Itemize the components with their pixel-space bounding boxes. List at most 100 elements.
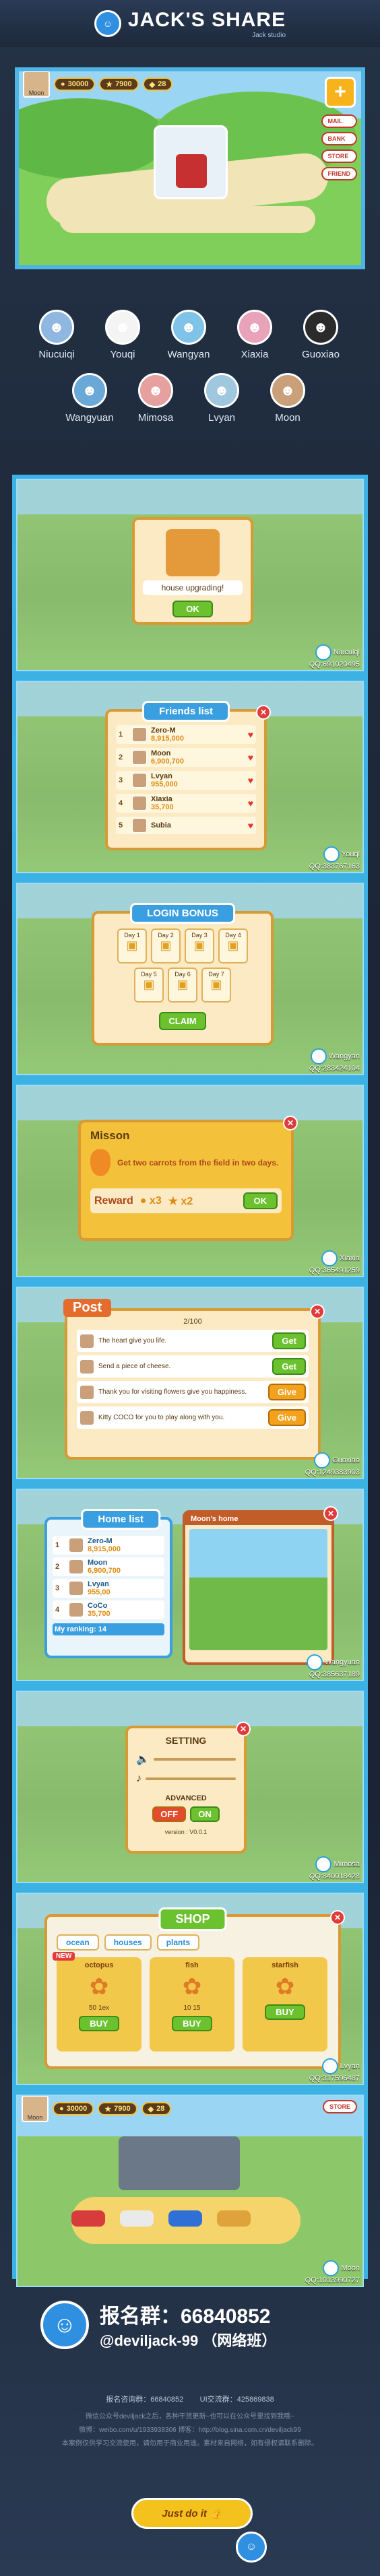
player-avatar[interactable]: Moon [22, 2096, 49, 2122]
gem-icon: ◆ [149, 80, 156, 89]
bonus-day[interactable]: Day 1 ▣ [117, 928, 147, 963]
give-button[interactable]: Give [267, 1409, 306, 1426]
friend-item[interactable]: ☻ Youqi [95, 310, 150, 361]
credit-qq: QQ:840018428 [309, 1872, 360, 1880]
sound-slider[interactable] [153, 1758, 236, 1761]
friends-list-rows: 1 Zero-M 8,915,000 ♥ 2 Moon 6,900,700 ♥ 3 Lvyan 95… [116, 725, 256, 834]
post-rows: The heart give you life. Get Send a piece … [77, 1330, 309, 1429]
bonus-day[interactable]: Day 5 ▣ [134, 968, 164, 1003]
claim-button[interactable]: CLAIM [159, 1012, 206, 1030]
get-button[interactable]: Get [272, 1358, 306, 1375]
heart-icon[interactable]: ♥ [248, 752, 253, 763]
car-icon[interactable] [168, 2210, 202, 2227]
friend-name: Wangyan [167, 349, 210, 360]
road [59, 206, 315, 233]
friend-item[interactable]: ☻ Moon [260, 373, 315, 424]
give-button[interactable]: Give [267, 1384, 306, 1400]
player-avatar[interactable]: Moon [23, 71, 50, 98]
friend-info: Xiaxia 35,700 [151, 795, 244, 811]
avatar [132, 750, 147, 765]
bonus-day[interactable]: Day 7 ▣ [201, 968, 231, 1003]
friend-item[interactable]: ☻ Xiaxia [227, 310, 282, 361]
buy-button[interactable]: BUY [172, 2016, 212, 2031]
friend-item[interactable]: ☻ Mimosa [128, 373, 183, 424]
tab-houses[interactable]: houses [104, 1934, 152, 1951]
just-do-it-button[interactable]: Just do it 👍 [131, 2498, 253, 2529]
ok-button[interactable]: OK [172, 601, 213, 617]
friend-row[interactable]: 1 Zero-M 8,915,000 ♥ [116, 725, 256, 744]
home-row[interactable]: 1 Zero-M 8,915,000 [53, 1536, 164, 1555]
friend-row[interactable]: 4 Xiaxia 35,700 ♥ [116, 794, 256, 813]
heart-icon[interactable]: ♥ [248, 798, 253, 809]
home-row[interactable]: 3 Lvyan 955,00 [53, 1579, 164, 1598]
friend-row[interactable]: 5 Subia ♥ [116, 817, 256, 834]
item-name: fish [185, 1961, 199, 1969]
friend-info: Moon 6,900,700 [151, 749, 244, 766]
gift-icon: ▣ [160, 939, 172, 952]
close-icon[interactable]: ✕ [283, 1116, 298, 1130]
friend-item[interactable]: ☻ Wangyan [161, 310, 216, 361]
rank-number: 4 [119, 799, 123, 807]
tab-ocean[interactable]: ocean [57, 1934, 99, 1951]
credit-avatar [315, 644, 331, 660]
close-icon[interactable]: ✕ [236, 1722, 251, 1736]
friend-info: Zero-M 8,915,000 [151, 726, 244, 743]
close-icon[interactable]: ✕ [256, 705, 271, 720]
mail-button[interactable]: MAIL [321, 114, 357, 128]
heart-icon[interactable]: ♥ [248, 729, 253, 740]
store-button[interactable]: STORE [323, 2100, 357, 2113]
item-stat-2: 1ex [98, 2004, 110, 2012]
friend-item[interactable]: ☻ Wangyuan [62, 373, 117, 424]
get-button[interactable]: Get [272, 1332, 306, 1349]
friend-button[interactable]: FRIEND [321, 167, 357, 180]
login-bonus-dialog: LOGIN BONUS Day 1 ▣ Day 2 ▣ Day 3 ▣ Day 4 ▣ Day … [92, 903, 274, 1046]
close-icon[interactable]: ✕ [323, 1506, 338, 1521]
bonus-day[interactable]: Day 3 ▣ [185, 928, 214, 963]
car-icon[interactable] [217, 2210, 251, 2227]
store-button[interactable]: STORE [321, 149, 357, 163]
friend-item[interactable]: ☻ Guoxiao [293, 310, 348, 361]
heart-icon[interactable]: ♥ [248, 775, 253, 786]
car-icon[interactable] [71, 2210, 105, 2227]
friend-item[interactable]: ☻ Niucuiqi [29, 310, 84, 361]
home-name: Moon [88, 1559, 108, 1567]
ok-button[interactable]: OK [243, 1192, 278, 1209]
tab-plants[interactable]: plants [156, 1934, 200, 1951]
post-count: 2/100 [183, 1318, 202, 1326]
bonus-day[interactable]: Day 6 ▣ [168, 968, 197, 1003]
buy-button[interactable]: BUY [265, 2004, 305, 2020]
friend-item[interactable]: ☻ Lvyan [194, 373, 249, 424]
home-score: 8,915,000 [88, 1545, 121, 1553]
off-button[interactable]: OFF [152, 1806, 187, 1822]
friend-name: Mimosa [137, 412, 174, 423]
handle: @deviljack-99 （网络班） [100, 2332, 277, 2349]
credit-name: Niucuiqi [333, 648, 360, 656]
home-score: 35,700 [88, 1610, 110, 1618]
close-icon[interactable]: ✕ [310, 1304, 325, 1319]
home-row[interactable]: 2 Moon 6,900,700 [53, 1557, 164, 1576]
on-button[interactable]: ON [190, 1806, 220, 1822]
buy-button[interactable]: BUY [79, 2016, 119, 2031]
setting-title: SETTING [165, 1735, 207, 1746]
music-slider[interactable] [146, 1777, 236, 1780]
credit: Youqi QQ:383767163 [309, 846, 360, 871]
friend-row[interactable]: 2 Moon 6,900,700 ♥ [116, 748, 256, 767]
friend-name: Wangyuan [65, 412, 114, 423]
heart-icon[interactable]: ♥ [248, 820, 253, 831]
bonus-day[interactable]: Day 2 ▣ [151, 928, 181, 963]
home-row[interactable]: 4 CoCo 35,700 [53, 1600, 164, 1619]
star-icon: ★ [104, 2105, 112, 2113]
castle-building [154, 125, 228, 199]
home-name: Lvyan [88, 1580, 109, 1588]
day-label: Day 4 [225, 932, 241, 939]
day-label: Day 3 [191, 932, 208, 939]
car-icon[interactable] [120, 2210, 154, 2227]
close-icon[interactable]: ✕ [330, 1910, 345, 1925]
friend-row[interactable]: 3 Lvyan 955,000 ♥ [116, 771, 256, 790]
gems-counter: ◆ 28 [141, 2102, 172, 2115]
add-button[interactable]: + [325, 77, 356, 108]
home-list-title: Home list [81, 1509, 160, 1530]
bonus-day[interactable]: Day 4 ▣ [218, 928, 248, 963]
rank-number: 3 [55, 1584, 60, 1592]
bank-button[interactable]: BANK [321, 132, 357, 145]
